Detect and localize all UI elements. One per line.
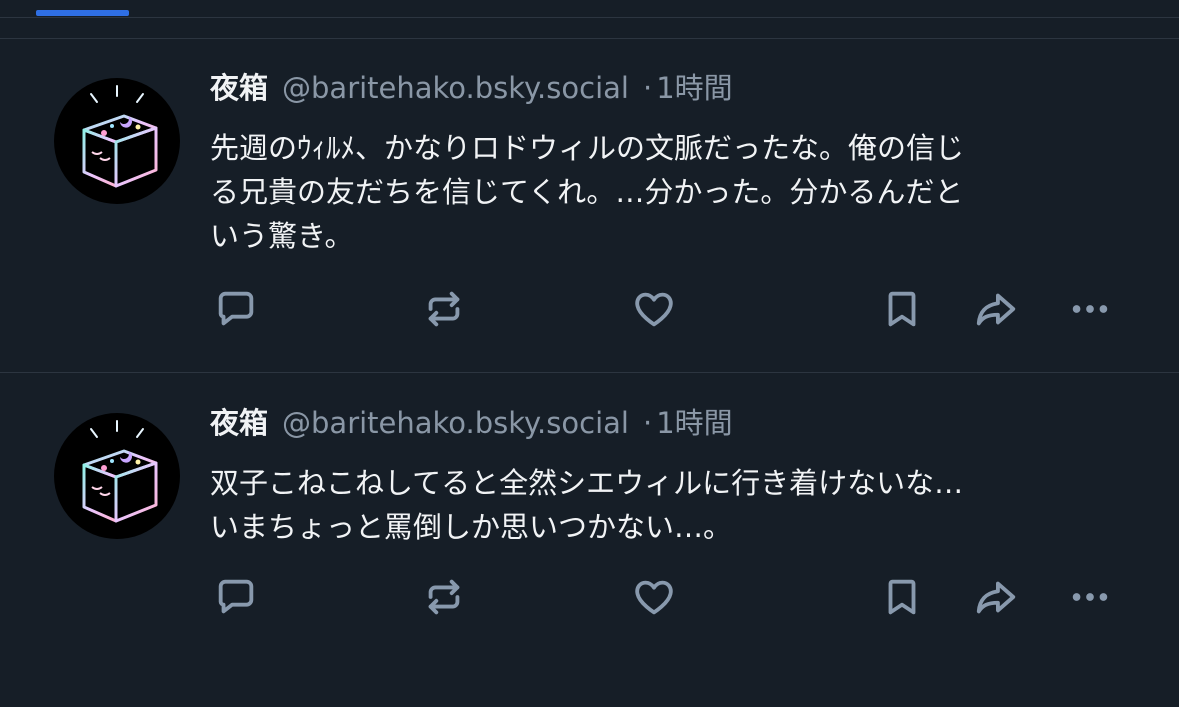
ellipsis-icon [1072,305,1108,313]
post[interactable]: 夜箱 @baritehako.bsky.social · 1時間 先週のｳｨﾙﾒ、かな… [0,38,1179,372]
post-text-line: 双子こねこねしてると全然シエウィルに行き着けないな… [210,466,964,500]
more-options-button[interactable] [1064,571,1116,623]
post-actions [0,571,1179,631]
active-tab-indicator [36,10,129,16]
repost-button[interactable] [418,571,470,623]
share-button[interactable] [970,283,1022,335]
top-divider [0,17,1179,18]
share-button[interactable] [970,571,1022,623]
separator-dot: · [642,406,653,440]
author-handle[interactable]: @baritehako.bsky.social [282,71,629,105]
post-text: 先週のｳｨﾙﾒ、かなりロドウィルの文脈だったな。俺の信じ る兄貴の友だちを信じて… [210,126,1115,258]
bookmark-icon [888,291,916,327]
repost-button[interactable] [418,283,470,335]
ellipsis-icon [1072,593,1108,601]
author-name[interactable]: 夜箱 [210,71,268,105]
tab-bar [0,0,1179,17]
avatar[interactable] [54,78,180,204]
bookmark-icon [888,579,916,615]
share-arrow-icon [976,581,1016,614]
more-options-button[interactable] [1064,283,1116,335]
post-timestamp[interactable]: 1時間 [656,71,732,105]
post-text-line: いう驚き。 [210,219,354,253]
post-text-line: る兄貴の友だちを信じてくれ。…分かった。分かるんだと [210,175,964,209]
like-button[interactable] [628,283,680,335]
bookmark-button[interactable] [876,571,928,623]
speech-bubble-icon [218,291,254,326]
post-text-line: 先週のｳｨﾙﾒ、かなりロドウィルの文脈だったな。俺の信じ [210,131,965,165]
post-actions [0,283,1179,343]
reply-button[interactable] [210,571,262,623]
post-header: 夜箱 @baritehako.bsky.social · 1時間 [210,66,733,110]
post-text: 双子こねこねしてると全然シエウィルに行き着けないな… いまちょっと罵倒しか思いつ… [210,461,1115,549]
speech-bubble-icon [218,579,254,614]
repost-arrows-icon [428,291,460,327]
post-timestamp[interactable]: 1時間 [656,406,732,440]
share-arrow-icon [976,293,1016,326]
separator-dot: · [642,71,653,105]
post-text-line: いまちょっと罵倒しか思いつかない…。 [210,510,733,544]
repost-arrows-icon [428,579,460,615]
heart-icon [635,292,673,327]
heart-icon [635,580,673,615]
bookmark-button[interactable] [876,283,928,335]
author-handle[interactable]: @baritehako.bsky.social [282,406,629,440]
author-name[interactable]: 夜箱 [210,406,268,440]
glowing-box-avatar-icon [82,85,158,188]
avatar[interactable] [54,413,180,539]
post-header: 夜箱 @baritehako.bsky.social · 1時間 [210,401,733,445]
post[interactable]: 夜箱 @baritehako.bsky.social · 1時間 双子こねこねしてると… [0,373,1179,707]
reply-button[interactable] [210,283,262,335]
like-button[interactable] [628,571,680,623]
glowing-box-avatar-icon [82,420,158,523]
